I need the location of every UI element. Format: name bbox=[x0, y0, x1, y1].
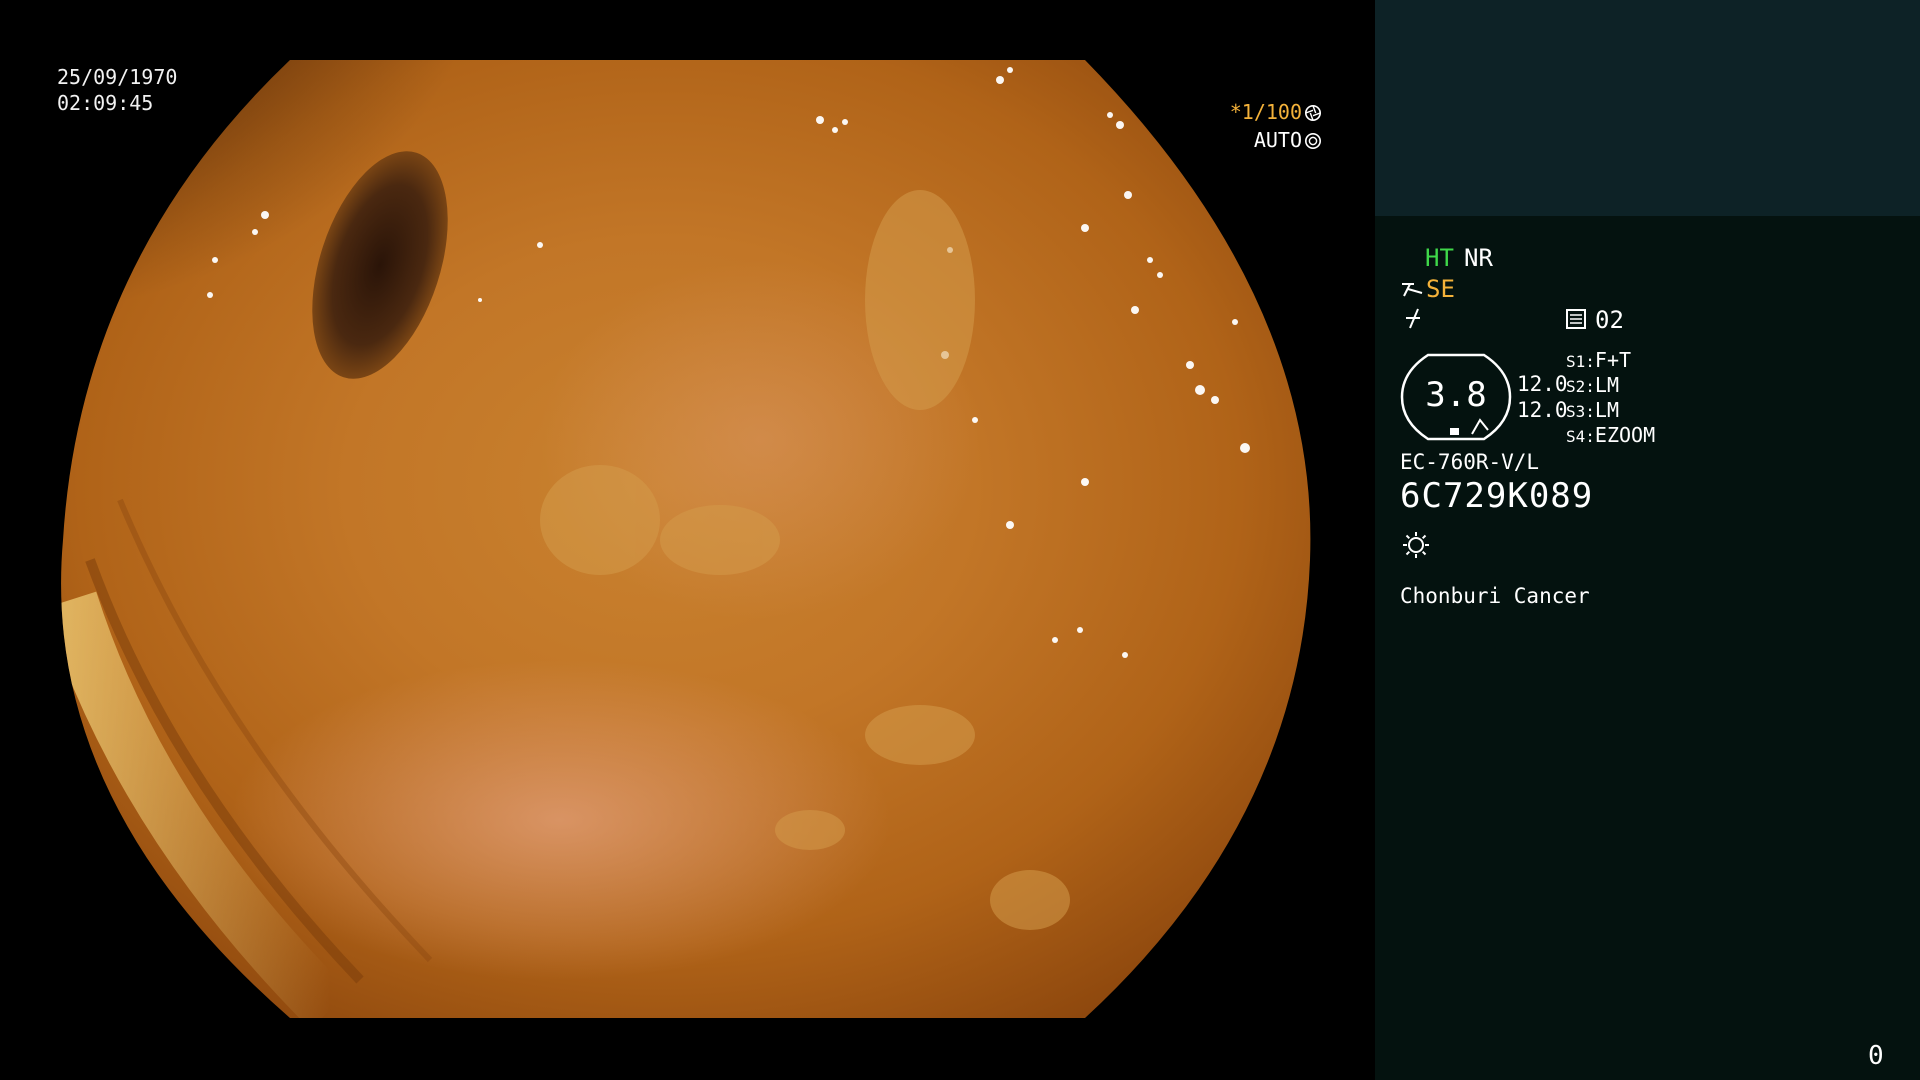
switch-assignments: S1:F+T S2:LM S3:LM S4:EZOOM bbox=[1566, 348, 1655, 448]
parameter-upper: 12.0 bbox=[1517, 372, 1568, 396]
switch-key: S3: bbox=[1566, 402, 1595, 421]
structure-mode-indicator: SE bbox=[1426, 275, 1455, 303]
enhance-nr-indicator: NR bbox=[1464, 244, 1493, 272]
timestamp: 25/09/1970 02:09:45 bbox=[57, 64, 177, 116]
switch-row: S1:F+T bbox=[1566, 348, 1655, 373]
institution-name: Chonburi Cancer bbox=[1400, 584, 1590, 608]
light-source-icon bbox=[1403, 532, 1429, 558]
time-text: 02:09:45 bbox=[57, 91, 154, 115]
exposure-info: *1/100 AUTO bbox=[1180, 98, 1322, 154]
color-mode-icon bbox=[1406, 308, 1420, 329]
aperture-icon bbox=[1304, 104, 1322, 122]
iris-mode-value: AUTO bbox=[1253, 128, 1302, 152]
switch-row: S3:LM bbox=[1566, 398, 1655, 423]
enhance-ht-indicator: HT bbox=[1425, 244, 1454, 272]
panel-header-area bbox=[1375, 0, 1920, 216]
colon-mucosa-image bbox=[0, 0, 1375, 1080]
shutter-speed-value: *1/100 bbox=[1229, 100, 1302, 124]
switch-row: S4:EZOOM bbox=[1566, 423, 1655, 448]
switch-value: F+T bbox=[1594, 348, 1632, 372]
memory-card-icon bbox=[1566, 309, 1586, 329]
switch-value: LM bbox=[1594, 373, 1619, 397]
shutter-speed: *1/100 bbox=[1180, 98, 1322, 126]
info-panel bbox=[1375, 216, 1920, 1080]
switch-row: S2:LM bbox=[1566, 373, 1655, 398]
switch-key: S1: bbox=[1566, 352, 1595, 371]
frame-counter: 0 bbox=[1868, 1041, 1884, 1071]
memory-slot: 02 bbox=[1595, 306, 1624, 334]
date-text: 25/09/1970 bbox=[57, 65, 178, 89]
zoom-level: 3.8 bbox=[1425, 375, 1487, 415]
endoscopy-screen: 25/09/1970 02:09:45 *1/100 AUTO HT NR SE… bbox=[0, 0, 1920, 1080]
switch-value: EZOOM bbox=[1594, 423, 1656, 447]
switch-value: LM bbox=[1594, 398, 1619, 422]
switch-key: S4: bbox=[1566, 427, 1595, 446]
scope-serial: 6C729K089 bbox=[1400, 476, 1594, 516]
parameter-lower: 12.0 bbox=[1517, 398, 1568, 422]
switch-key: S2: bbox=[1566, 377, 1595, 396]
scope-model: EC-760R-V/L bbox=[1400, 450, 1540, 474]
iris-mode: AUTO bbox=[1180, 126, 1322, 154]
structure-enhance-icon bbox=[1402, 283, 1423, 297]
iris-icon bbox=[1304, 132, 1322, 150]
endoscopic-view: 25/09/1970 02:09:45 *1/100 AUTO bbox=[0, 0, 1375, 1080]
